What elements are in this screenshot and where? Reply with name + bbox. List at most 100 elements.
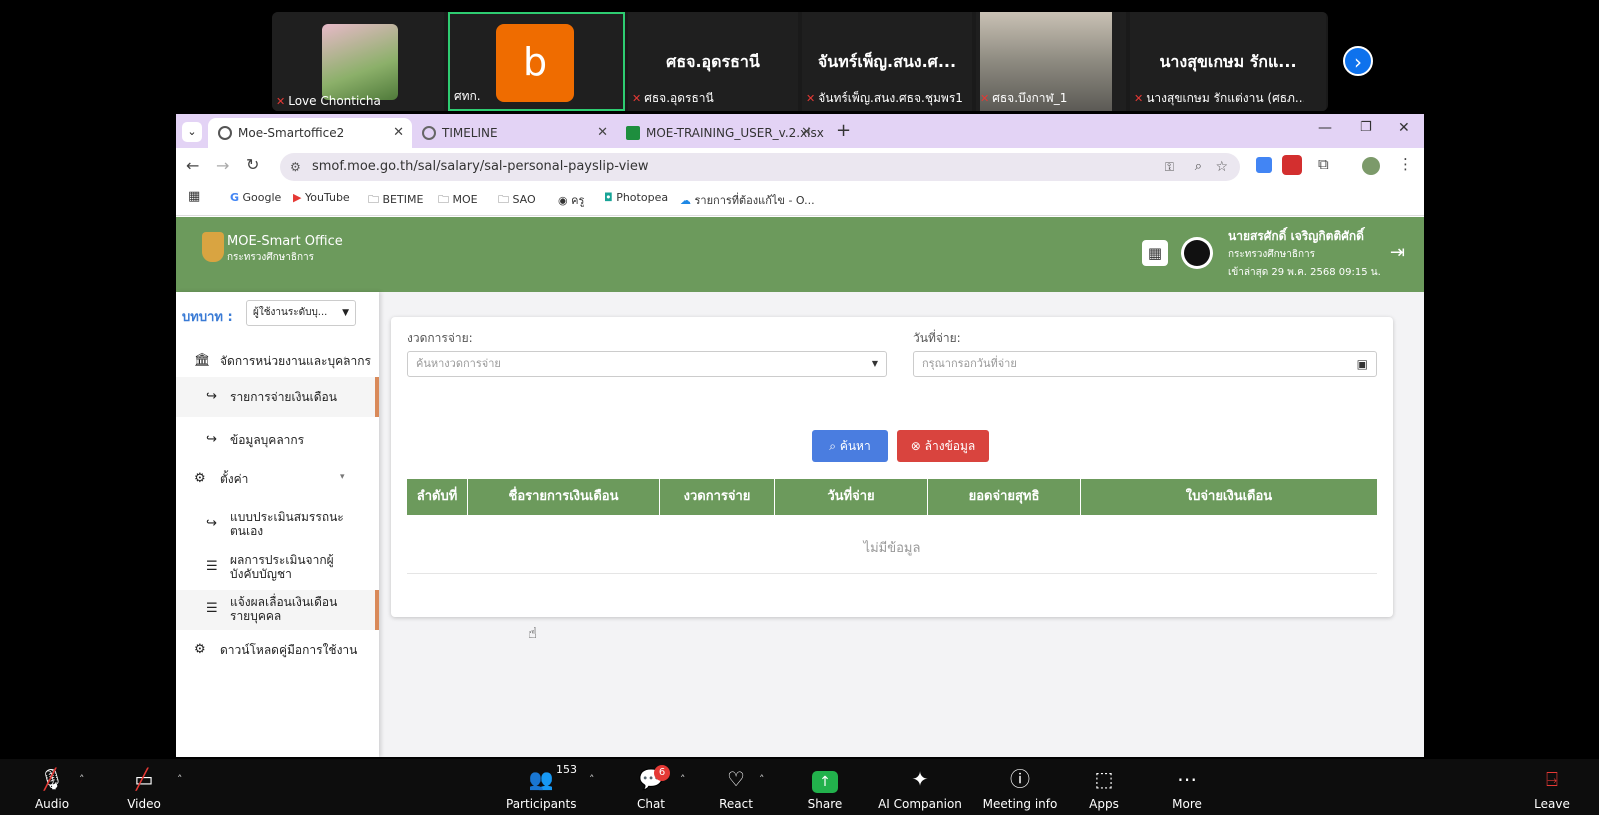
date-input[interactable]: กรุณากรอกวันที่จ่าย ▣ <box>913 351 1377 377</box>
participant-strip: ✕ Love Chonticha b ศทก. ศธจ.อุดรธานี ✕ ศธจ… <box>272 12 1328 111</box>
tab-moe-smartoffice[interactable]: Moe-Smartoffice2 ✕ <box>208 118 412 148</box>
meeting-info-button[interactable]: ⓘ Meeting info <box>978 759 1062 815</box>
chevron-left-icon: ‹ <box>343 354 347 364</box>
search-button[interactable]: ⌕ ค้นหา <box>812 430 888 462</box>
participants-count: 153 <box>556 763 577 776</box>
column-header-net-pay[interactable]: ยอดจ่ายสุทธิ <box>928 479 1081 515</box>
logout-icon[interactable]: ⇥ <box>1390 242 1405 263</box>
participant-tile[interactable]: นางสุขเกษม รักแ... ✕ นางสุขเกษม รักแต่งาน… <box>1130 12 1326 111</box>
close-tab-icon[interactable]: ✕ <box>597 118 608 148</box>
bookmark-moe[interactable]: 🗀 MOE <box>438 191 478 210</box>
more-button[interactable]: ⋯ More <box>1157 759 1217 815</box>
participants-button[interactable]: 👥 153 Participants <box>506 759 577 815</box>
column-header-index[interactable]: ลำดับที่ <box>407 479 468 515</box>
bookmark-youtube[interactable]: ▶ YouTube <box>293 191 350 204</box>
close-window-icon[interactable]: ✕ <box>1398 120 1410 136</box>
ai-companion-button[interactable]: ✦ AI Companion <box>872 759 968 815</box>
translate-extension-icon[interactable] <box>1256 157 1272 173</box>
tab-timeline[interactable]: TIMELINE ✕ <box>412 118 616 148</box>
reload-icon[interactable]: ↻ <box>246 155 259 174</box>
leave-button[interactable]: ⍈ Leave <box>1524 759 1580 815</box>
bookmark-sao[interactable]: 🗀 SAO <box>498 191 536 210</box>
role-label: บทบาท : <box>182 310 233 325</box>
role-select[interactable]: ผู้ใช้งานระดับบุ... ▼ <box>246 300 356 326</box>
participant-tile[interactable]: จันทร์เพ็ญ.สนง.ศ... ✕ จันทร์เพ็ญ.สนง.ศธจ.… <box>802 12 972 111</box>
participants-options-caret-icon[interactable]: ˄ <box>589 773 595 786</box>
sidebar-item-payroll-list[interactable]: ↪ รายการจ่ายเงินเดือน <box>176 377 379 417</box>
sidebar-item-settings[interactable]: ⚙ ตั้งค่า ▾ <box>176 464 379 494</box>
calendar-icon[interactable]: ▣ <box>1357 352 1368 376</box>
apps-button[interactable]: ⬚ Apps <box>1074 759 1134 815</box>
column-header-salary-item[interactable]: ชื่อรายการเงินเดือน <box>468 479 660 515</box>
react-button[interactable]: ♡ React <box>706 759 766 815</box>
minimize-icon[interactable]: — <box>1318 120 1332 136</box>
participant-tile-active[interactable]: b ศทก. <box>448 12 625 111</box>
bookmark-google[interactable]: G Google <box>230 191 281 204</box>
back-arrow-icon[interactable]: ← <box>186 156 199 175</box>
clear-button[interactable]: ⊗ ล้างข้อมูล <box>897 430 989 462</box>
tab-list-chevron-icon[interactable]: ⌄ <box>182 122 202 142</box>
audio-options-caret-icon[interactable]: ˄ <box>79 773 85 786</box>
share-arrow-icon: ↪ <box>206 389 217 404</box>
chat-unread-badge: 6 <box>654 765 670 781</box>
tab-training-xlsx[interactable]: MOE-TRAINING_USER_v.2.xlsx ✕ <box>616 118 824 148</box>
sidebar-item-self-assessment[interactable]: ↪ แบบประเมินสมรรถนะตนเอง <box>176 506 379 544</box>
sidebar-item-org-personnel[interactable]: 🏛 จัดการหน่วยงานและบุคลากร ‹ <box>176 348 379 374</box>
bookmark-kru[interactable]: ◉ ครู <box>558 191 584 209</box>
leave-door-icon: ⍈ <box>1546 767 1558 791</box>
period-select[interactable]: ค้นหางวดการจ่าย ▼ <box>407 351 887 377</box>
react-options-caret-icon[interactable]: ˄ <box>759 773 765 786</box>
video-options-caret-icon[interactable]: ˄ <box>177 773 183 786</box>
browser-window: ⌄ Moe-Smartoffice2 ✕ TIMELINE ✕ MOE-TRAI… <box>176 114 1424 757</box>
site-info-icon[interactable]: ⚙ <box>290 153 301 181</box>
bank-icon: 🏛 <box>194 353 211 368</box>
period-label: งวดการจ่าย: <box>407 331 473 345</box>
loading-icon <box>218 126 232 140</box>
active-indicator <box>375 377 379 417</box>
share-button[interactable]: ↑ Share <box>795 759 855 815</box>
chat-button[interactable]: 💬 6 Chat <box>620 759 682 815</box>
bookmark-photopea[interactable]: ◘ Photopea <box>604 191 668 204</box>
apps-grid-icon[interactable]: ▦ <box>188 189 200 204</box>
new-tab-plus-icon[interactable]: + <box>836 120 851 141</box>
bookmark-onedrive[interactable]: ☁ รายการที่ต้องแก้ไข - O... <box>680 191 815 209</box>
sidebar-item-personnel-info[interactable]: ↪ ข้อมูลบุคลากร <box>176 420 379 460</box>
column-header-pay-date[interactable]: วันที่จ่าย <box>775 479 928 515</box>
forward-arrow-icon[interactable]: → <box>216 156 229 175</box>
sidebar-item-download-manual[interactable]: ⚙ ดาวน์โหลดคู่มือการใช้งาน <box>176 636 379 664</box>
close-tab-icon[interactable]: ✕ <box>393 118 404 148</box>
user-avatar[interactable] <box>1181 237 1213 269</box>
app-org: กระทรวงศึกษาธิการ <box>227 252 315 263</box>
participant-tile[interactable]: ศธจ.อุดรธานี ✕ ศธจ.อุดรธานี <box>628 12 798 111</box>
apps-grid-icon[interactable]: ▦ <box>1142 240 1168 266</box>
column-header-period[interactable]: งวดการจ่าย <box>660 479 775 515</box>
close-tab-icon[interactable]: ✕ <box>801 118 812 148</box>
video-button[interactable]: ▭ ╱ Video <box>114 759 174 815</box>
participant-tile[interactable]: ✕ Love Chonticha <box>272 12 444 111</box>
google-icon: G <box>230 191 240 204</box>
zoom-toolbar: 🎙 ╱ Audio ˄ ▭ ╱ Video ˄ 👥 153 Participants… <box>0 759 1599 815</box>
browser-menu-icon[interactable]: ⋮ <box>1398 155 1413 173</box>
sidebar-item-salary-promotion[interactable]: ☰ แจ้งผลเลื่อนเงินเดือนรายบุคคล <box>176 590 379 630</box>
audio-button[interactable]: 🎙 ╱ Audio <box>22 759 82 815</box>
participant-name: ศทก. <box>454 89 481 103</box>
info-icon: ⓘ <box>1010 767 1030 791</box>
restore-icon[interactable]: ❐ <box>1360 120 1372 135</box>
participant-tile[interactable]: ✕ ศธจ.บึงกาฬ_1 <box>976 12 1126 111</box>
bookmark-betime[interactable]: 🗀 BETIME <box>368 191 423 210</box>
participant-display-name: จันทร์เพ็ญ.สนง.ศ... <box>817 52 957 71</box>
bookmark-star-icon[interactable]: ☆ <box>1215 153 1228 181</box>
new-extension-icon[interactable] <box>1282 155 1302 175</box>
next-page-arrow-icon[interactable]: › <box>1343 46 1373 76</box>
chat-options-caret-icon[interactable]: ˄ <box>680 773 686 786</box>
zoom-magnifier-icon[interactable]: ⌕ <box>1195 153 1202 181</box>
extensions-puzzle-icon[interactable]: ⧉ <box>1318 155 1329 173</box>
mic-muted-icon: ✕ <box>1134 92 1144 105</box>
key-icon[interactable]: ⚿ <box>1165 153 1174 181</box>
participant-name: ศธจ.อุดรธานี <box>644 91 714 105</box>
last-login: เข้าล่าสุด 29 พ.ค. 2568 09:15 น. <box>1228 267 1381 278</box>
sidebar-item-supervisor-evaluation[interactable]: ☰ ผลการประเมินจากผู้บังคับบัญชา <box>176 548 379 588</box>
column-header-payslip[interactable]: ใบจ่ายเงินเดือน <box>1081 479 1377 515</box>
address-bar[interactable]: ⚙ smof.moe.go.th/sal/salary/sal-personal… <box>280 153 1240 181</box>
profile-avatar[interactable] <box>1362 157 1380 175</box>
